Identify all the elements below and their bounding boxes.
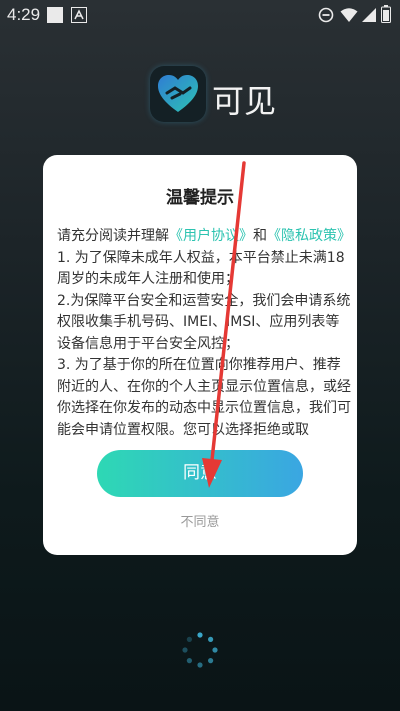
status-bar: 4:29 (0, 0, 400, 30)
app-name: 可见 (212, 82, 277, 120)
disagree-button[interactable]: 不同意 (43, 511, 357, 530)
do-not-disturb-icon (318, 7, 334, 27)
heart-handshake-icon (150, 75, 206, 126)
intro-prefix: 请充分阅读并理解 (57, 228, 169, 244)
clause-3: 3. 为了基于你的所在位置向你推荐用户、推荐附近的人、在你的个人主页显示位置信息… (57, 357, 351, 436)
app-logo (150, 66, 206, 122)
status-time: 4:29 (7, 5, 41, 24)
signal-icon (361, 7, 377, 27)
square-notification-icon (47, 7, 63, 27)
battery-icon (381, 5, 391, 27)
dialog-body: 请充分阅读并理解《用户协议》和《隐私政策》 1. 为了保障未成年人权益，本平台禁… (57, 226, 351, 436)
dialog-title: 温馨提示 (166, 188, 234, 208)
user-agreement-link[interactable]: 《用户协议》 (169, 228, 253, 244)
screen: 4:29 可见 温馨提示 请充分阅读并理解《用户协议》和《隐私政策》 1. 为了… (0, 0, 400, 711)
loading-spinner-icon (180, 630, 220, 674)
wifi-icon (340, 7, 358, 27)
privacy-policy-link[interactable]: 《隐私政策》 (267, 228, 351, 244)
privacy-dialog: 温馨提示 请充分阅读并理解《用户协议》和《隐私政策》 1. 为了保障未成年人权益… (43, 155, 357, 555)
clause-1: 1. 为了保障未成年人权益，本平台禁止未满18周岁的未成年人注册和使用； (57, 249, 345, 288)
clause-2: 2.为保障平台安全和运营安全，我们会申请系统权限收集手机号码、IMEI、IMSI… (57, 292, 351, 352)
a-notification-icon (71, 7, 87, 27)
intro-line: 请充分阅读并理解《用户协议》和《隐私政策》 (57, 226, 351, 248)
and-text: 和 (253, 228, 267, 244)
agree-button[interactable]: 同意 (97, 450, 303, 497)
